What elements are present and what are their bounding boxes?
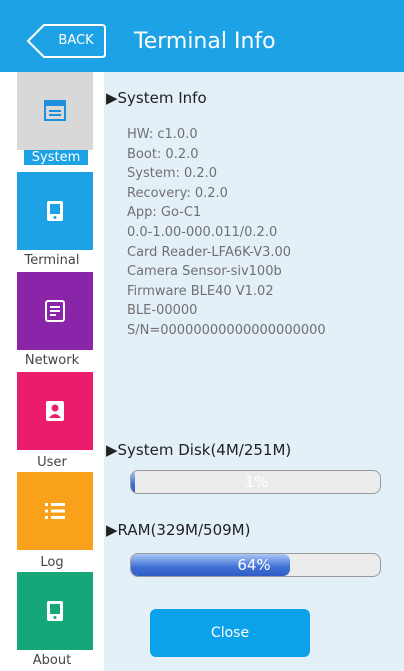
close-button[interactable]: Close [150, 609, 310, 657]
sidebar-item-user[interactable] [17, 372, 93, 450]
sidebar-item-network-label[interactable]: Network [0, 353, 104, 368]
sidebar-item-system[interactable] [17, 72, 93, 150]
info-line: HW: c1.0.0 [127, 127, 198, 142]
network-icon [45, 300, 65, 322]
info-line: Camera Sensor-siv100b [127, 264, 282, 280]
main-panel: System Terminal Network User Log About ▶… [0, 72, 404, 671]
system-icon [44, 100, 66, 121]
sidebar-item-system-label[interactable]: System [24, 150, 88, 165]
system-disk-usage-bar: 1% [130, 470, 381, 494]
info-line: Recovery: 0.2.0 [127, 185, 228, 201]
sidebar-item-user-label[interactable]: User [0, 455, 104, 470]
about-icon [47, 601, 63, 621]
ram-heading: ▶RAM(329M/509M) [106, 521, 251, 539]
ram-usage-percent: 64% [237, 556, 271, 574]
sidebar: System Terminal Network User Log About [0, 72, 104, 671]
user-icon [46, 401, 64, 421]
sidebar-item-terminal-label[interactable]: Terminal [0, 253, 104, 268]
terminal-icon [47, 201, 63, 221]
sidebar-item-log[interactable] [17, 472, 93, 550]
info-line: App: Go-C1 [127, 205, 202, 221]
header-bar: BACK Terminal Info [0, 0, 404, 72]
sidebar-item-log-label[interactable]: Log [0, 555, 104, 570]
system-disk-heading: ▶System Disk(4M/251M) [106, 441, 292, 459]
sidebar-item-network[interactable] [17, 272, 93, 350]
info-line: 0.0-1.00-000.011/0.2.0 [127, 224, 278, 240]
system-info-heading: ▶System Info [106, 89, 207, 107]
page-title: Terminal Info [134, 29, 276, 54]
info-line: BLE-00000 [127, 303, 198, 319]
info-line: S/N=00000000000000000000 [127, 322, 326, 338]
back-button-label: BACK [58, 33, 94, 48]
info-line: Firmware BLE40 V1.02 [127, 283, 274, 299]
info-line: System: 0.2.0 [127, 166, 218, 182]
back-button[interactable]: BACK [26, 24, 106, 58]
info-line: Boot: 0.2.0 [127, 146, 199, 162]
ram-usage-bar: 64% [130, 553, 381, 577]
sidebar-item-about-label[interactable]: About [0, 653, 104, 668]
log-icon [45, 503, 65, 519]
sidebar-item-about[interactable] [17, 572, 93, 650]
system-info-list: HW: c1.0.0 Boot: 0.2.0 System: 0.2.0 Rec… [127, 125, 326, 341]
sidebar-item-terminal[interactable] [17, 172, 93, 250]
info-line: Card Reader-LFA6K-V3.00 [127, 244, 292, 260]
system-disk-usage-percent: 1% [244, 473, 269, 491]
